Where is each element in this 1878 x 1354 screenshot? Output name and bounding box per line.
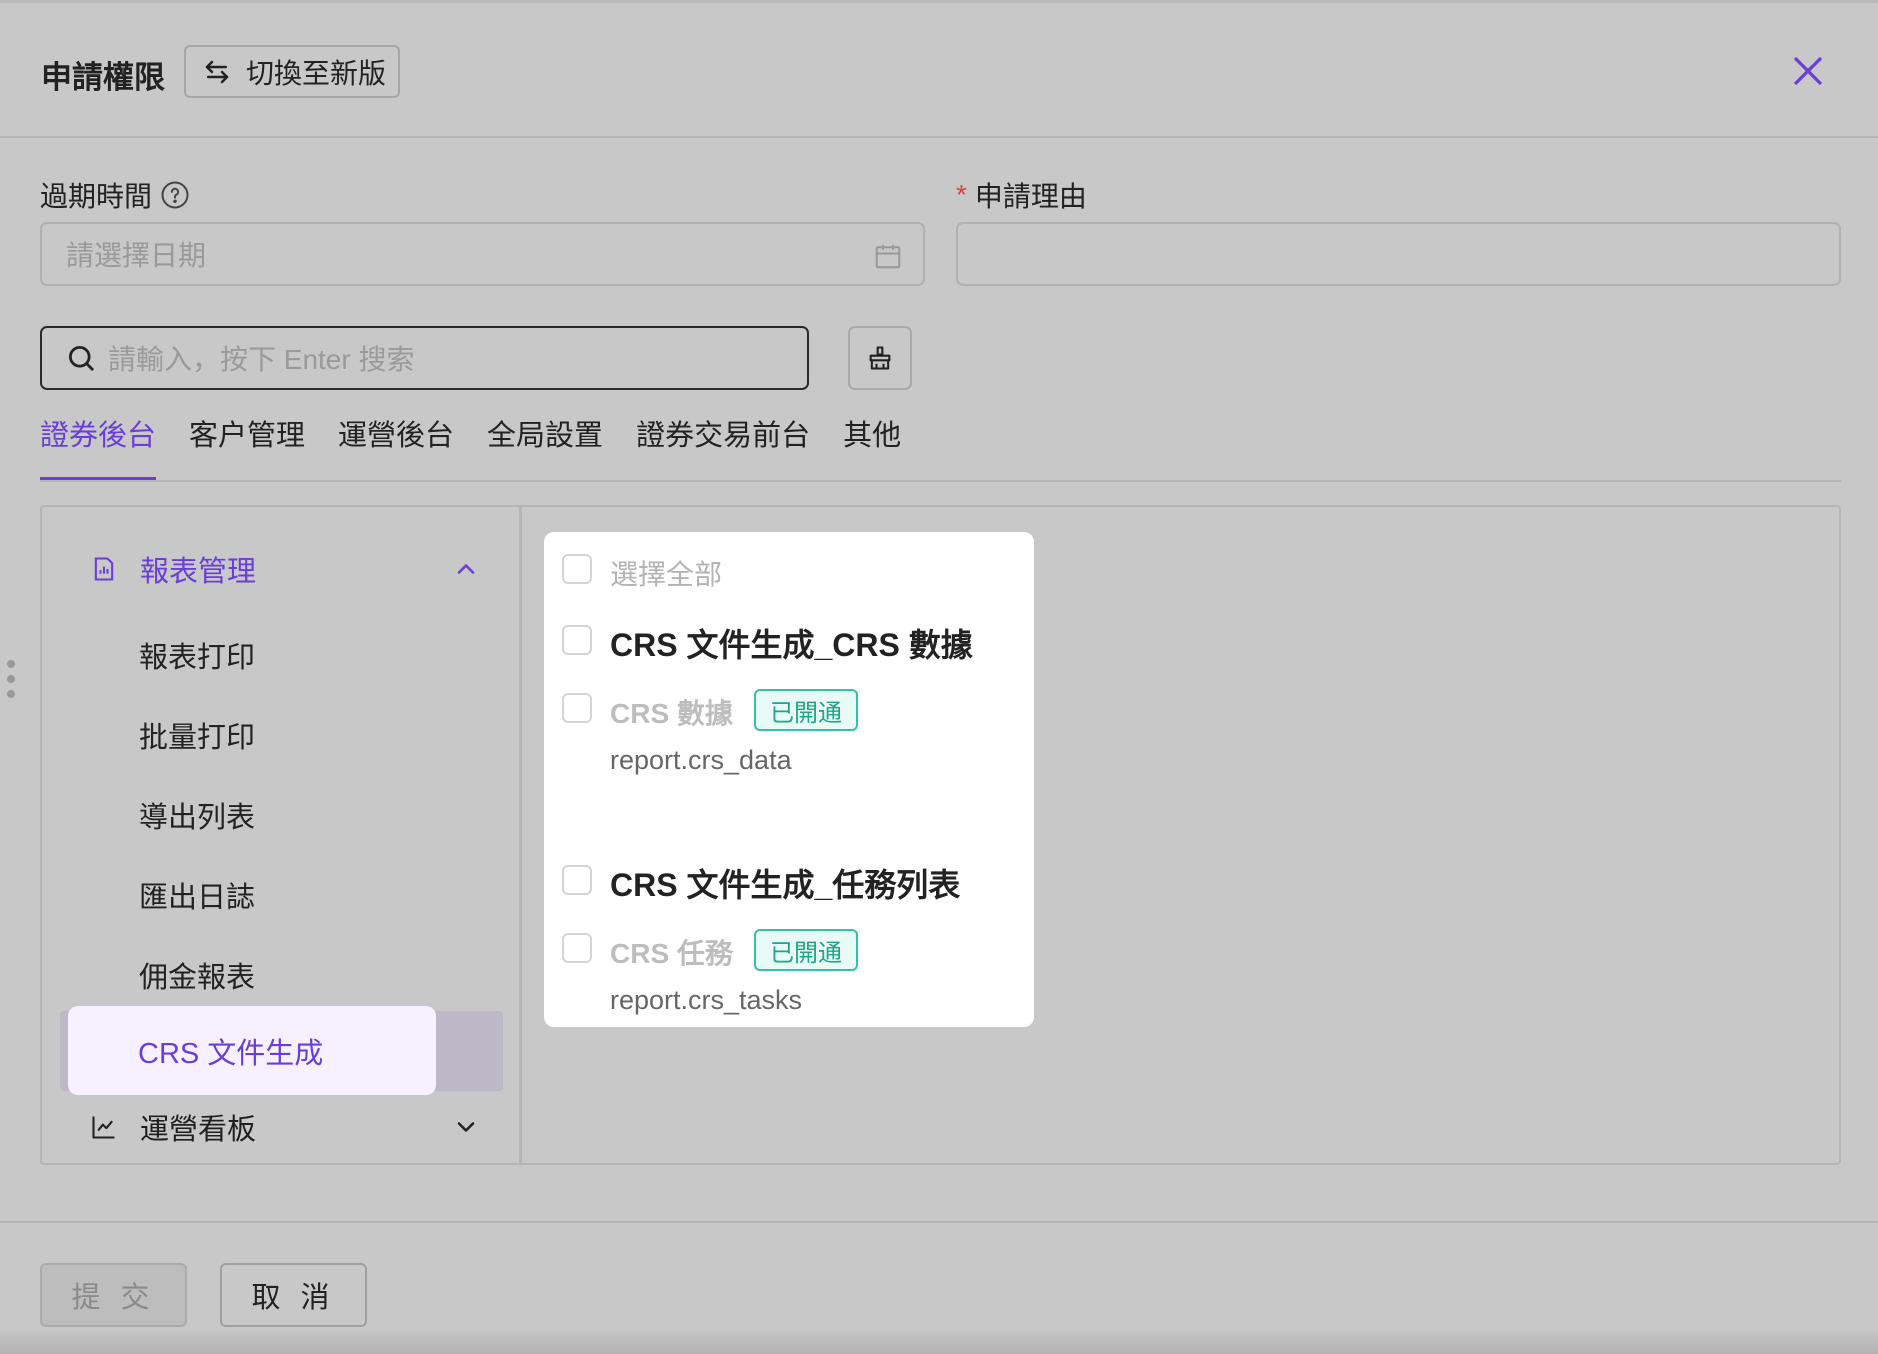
menu-item-batch-print[interactable]: 批量打印: [139, 714, 255, 756]
clear-filter-button[interactable]: [848, 326, 912, 390]
brush-icon: [869, 346, 891, 370]
section-checkbox-crs-tasks[interactable]: [562, 865, 592, 895]
drag-handle[interactable]: [7, 660, 17, 710]
question-circle-icon[interactable]: [160, 180, 190, 210]
section-title-crs-tasks: CRS 文件生成_任務列表: [610, 867, 961, 903]
chevron-up-icon: [457, 564, 475, 574]
permission-list-card: 選擇全部 CRS 文件生成_CRS 數據 CRS 數據 已開通 report.c…: [544, 532, 1034, 1027]
permission-name-crs-tasks: CRS 任務: [610, 938, 733, 969]
status-badge: 已開通: [754, 929, 858, 971]
status-badge: 已開通: [754, 689, 858, 731]
select-all-label: 選擇全部: [610, 559, 723, 590]
report-icon: [94, 557, 114, 581]
reason-label: 申請理由: [974, 181, 1087, 212]
required-asterisk: *: [956, 179, 967, 210]
cancel-button[interactable]: 取 消: [220, 1263, 367, 1327]
submit-button[interactable]: 提 交: [40, 1263, 187, 1327]
permission-checkbox-crs-tasks[interactable]: [562, 933, 592, 963]
chevron-down-icon: [457, 1122, 475, 1132]
tab-global-settings[interactable]: 全局設置: [487, 415, 603, 481]
expiry-label: 過期時間: [40, 181, 153, 212]
permission-name-crs-data: CRS 數據: [610, 698, 733, 729]
dialog-header: 申請權限 切換至新版: [0, 3, 1878, 138]
section-checkbox-crs-data[interactable]: [562, 625, 592, 655]
search-icon: [69, 346, 94, 371]
menu-item-crs-label: CRS 文件生成: [138, 1037, 324, 1070]
search-placeholder: 請輸入，按下 Enter 搜索: [108, 344, 415, 375]
swap-icon: [205, 60, 229, 83]
date-placeholder: 請選擇日期: [66, 240, 207, 271]
select-all-checkbox[interactable]: [562, 554, 592, 584]
permission-code: report.crs_tasks: [610, 985, 803, 1015]
tab-operations-backend[interactable]: 運營後台: [338, 415, 454, 481]
menu-item-crs-file-generation[interactable]: CRS 文件生成: [68, 1006, 436, 1095]
permission-search-input[interactable]: 請輸入，按下 Enter 搜索: [40, 326, 809, 390]
switch-version-button[interactable]: 切換至新版: [184, 45, 400, 98]
dialog-title: 申請權限: [41, 60, 165, 95]
menu-item-export-log[interactable]: 匯出日誌: [139, 874, 255, 916]
bottom-shade: [0, 1330, 1878, 1354]
reason-input[interactable]: [956, 222, 1841, 286]
switch-version-label: 切換至新版: [246, 57, 387, 89]
menu-group-ops-dashboard[interactable]: 運營看板: [90, 1107, 490, 1147]
category-tabs: 證券後台 客户管理 運營後台 全局設置 證券交易前台 其他: [40, 415, 934, 481]
expiry-label-row: 過期時間: [40, 175, 190, 215]
calendar-icon: [875, 244, 901, 269]
section-title-crs-data: CRS 文件生成_CRS 數據: [610, 627, 973, 663]
tab-other[interactable]: 其他: [843, 415, 901, 481]
tab-securities-backend[interactable]: 證券後台: [40, 415, 157, 481]
permission-code: report.crs_data: [610, 745, 792, 775]
menu-group-reports[interactable]: 報表管理: [90, 549, 490, 589]
menu-item-report-print[interactable]: 報表打印: [139, 634, 255, 676]
tabs-divider: [40, 480, 1841, 482]
close-icon[interactable]: [1790, 53, 1826, 89]
expiry-date-picker[interactable]: 請選擇日期: [40, 222, 925, 286]
reason-label-row: * 申請理由: [956, 175, 1087, 215]
menu-item-commission-report[interactable]: 佣金報表: [139, 954, 255, 996]
line-chart-icon: [92, 1116, 115, 1139]
menu-item-export-list[interactable]: 導出列表: [139, 794, 255, 836]
menu-group-reports-label: 報表管理: [140, 556, 257, 588]
footer-divider: [0, 1221, 1878, 1223]
permission-checkbox-crs-data[interactable]: [562, 693, 592, 723]
tab-securities-trading-frontend[interactable]: 證券交易前台: [636, 415, 810, 481]
menu-group-ops-label: 運營看板: [140, 1114, 257, 1146]
tab-customer-management[interactable]: 客户管理: [189, 415, 305, 481]
